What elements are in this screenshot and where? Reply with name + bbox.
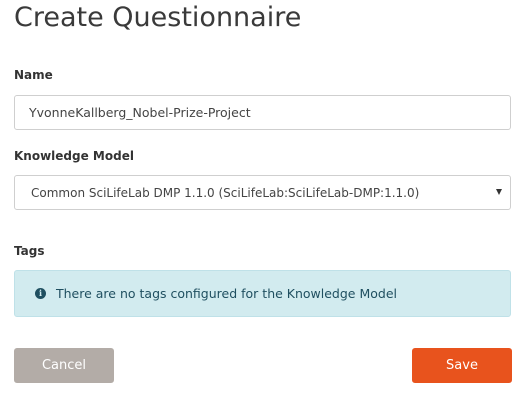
tags-info-text: There are no tags configured for the Kno… xyxy=(56,286,397,301)
name-label: Name xyxy=(14,68,53,82)
cancel-button[interactable]: Cancel xyxy=(14,348,114,383)
knowledge-model-select[interactable]: Common SciLifeLab DMP 1.1.0 (SciLifeLab:… xyxy=(14,175,511,210)
tags-info-alert: i There are no tags configured for the K… xyxy=(14,270,511,317)
info-circle-icon: i xyxy=(35,288,46,299)
knowledge-model-selected-value: Common SciLifeLab DMP 1.1.0 (SciLifeLab:… xyxy=(31,185,420,200)
save-button[interactable]: Save xyxy=(412,348,512,383)
knowledge-model-label: Knowledge Model xyxy=(14,149,134,163)
caret-down-icon xyxy=(496,189,502,195)
page-title: Create Questionnaire xyxy=(14,2,302,33)
name-input[interactable] xyxy=(14,95,511,130)
tags-label: Tags xyxy=(14,244,45,258)
